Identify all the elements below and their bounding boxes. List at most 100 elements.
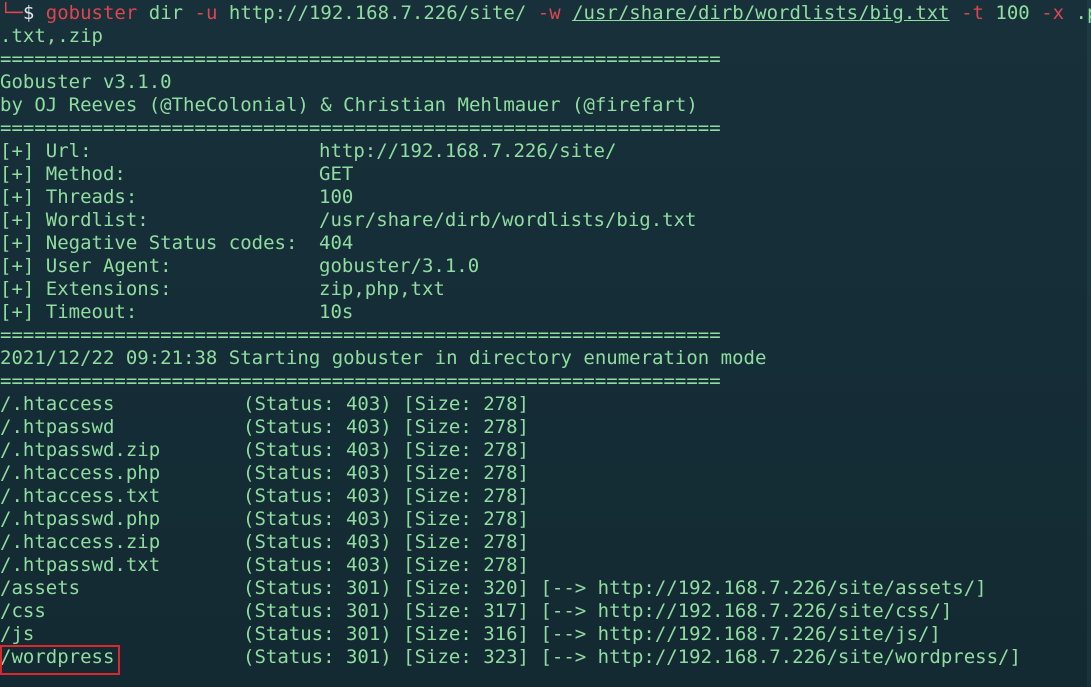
command-threads: 100 [995,2,1030,24]
config-key: [+] Threads: [0,186,138,208]
config-key: [+] Timeout: [0,301,138,323]
command-subcommand: dir [148,2,184,24]
command-extensions-part2: .txt,.zip [0,25,103,47]
config-value: 404 [319,232,354,254]
flag-u: -u [194,2,218,24]
result-status: (Status: 301) [243,646,392,668]
result-path: /.htpasswd [0,416,115,438]
result-size: [Size: 278] [403,531,530,553]
config-value: 10s [319,301,354,323]
command-wordlist: /usr/share/dirb/wordlists/big.txt [572,2,950,24]
config-value: gobuster/3.1.0 [319,255,480,277]
config-row: [+] Timeout: 10s [0,301,1091,324]
terminal-window[interactable]: └─$ gobuster dir -u http://192.168.7.226… [0,0,1091,687]
result-row: /.htpasswd.txt (Status: 403) [Size: 278] [0,554,1091,577]
config-value: 100 [319,186,354,208]
wordpress-highlight-box [0,645,120,675]
result-size: [Size: 317] [403,600,530,622]
result-status: (Status: 403) [243,462,392,484]
result-status: (Status: 403) [243,439,392,461]
scrollbar[interactable] [1087,0,1091,687]
result-status: (Status: 403) [243,485,392,507]
command-program: gobuster [45,2,138,24]
result-row: /js (Status: 301) [Size: 316] [--> http:/… [0,623,1091,646]
config-row: [+] User Agent: gobuster/3.1.0 [0,255,1091,278]
command-line-wrap: .txt,.zip [0,25,1091,48]
separator-line: ========================================… [0,117,721,139]
flag-t: -t [961,2,984,24]
config-key: [+] Url: [0,140,92,162]
config-key: [+] Negative Status codes: [0,232,298,254]
config-row: [+] Method: GET [0,163,1091,186]
result-size: [Size: 278] [403,508,530,530]
result-row: /.htaccess (Status: 403) [Size: 278] [0,393,1091,416]
result-size: [Size: 278] [403,393,530,415]
result-path: /js [0,623,35,645]
config-key: [+] Wordlist: [0,209,149,231]
start-message: 2021/12/22 09:21:38 Starting gobuster in… [0,347,767,369]
banner-authors: by OJ Reeves (@TheColonial) & Christian … [0,94,698,116]
prompt-symbol: $ [22,2,35,24]
config-row: [+] Extensions: zip,php,txt [0,278,1091,301]
result-status: (Status: 403) [243,508,392,530]
result-path: /.htpasswd.zip [0,439,161,461]
command-url: http://192.168.7.226/site/ [228,2,527,24]
result-redirect: [--> http://192.168.7.226/site/css/] [540,600,953,622]
result-row: /wordpress (Status: 301) [Size: 323] [-->… [0,646,1091,669]
result-status: (Status: 403) [243,416,392,438]
result-path: /.htaccess.txt [0,485,161,507]
flag-x: -x [1041,2,1065,24]
result-path: /.htpasswd.txt [0,554,161,576]
result-row: /.htaccess.txt (Status: 403) [Size: 278] [0,485,1091,508]
flag-w: -w [537,2,561,24]
config-list: [+] Url: http://192.168.7.226/site/[+] Me… [0,140,1091,324]
result-size: [Size: 278] [403,554,530,576]
result-redirect: [--> http://192.168.7.226/site/wordpress… [540,646,1021,668]
separator-line: ========================================… [0,48,721,70]
command-line: └─$ gobuster dir -u http://192.168.7.226… [0,2,1091,25]
result-row: /.htpasswd.zip (Status: 403) [Size: 278] [0,439,1091,462]
result-row: /.htpasswd.php (Status: 403) [Size: 278] [0,508,1091,531]
config-key: [+] Extensions: [0,278,172,300]
config-row: [+] Url: http://192.168.7.226/site/ [0,140,1091,163]
config-value: http://192.168.7.226/site/ [319,140,617,162]
config-row: [+] Negative Status codes: 404 [0,232,1091,255]
config-value: /usr/share/dirb/wordlists/big.txt [319,209,697,231]
result-size: [Size: 278] [403,439,530,461]
config-key: [+] Method: [0,163,126,185]
result-status: (Status: 403) [243,554,392,576]
result-redirect: [--> http://192.168.7.226/site/assets/] [540,577,987,599]
result-status: (Status: 403) [243,531,392,553]
separator-line: ========================================… [0,324,721,346]
result-redirect: [--> http://192.168.7.226/site/js/] [540,623,941,645]
separator-line: ========================================… [0,370,721,392]
result-size: [Size: 320] [403,577,530,599]
result-row: /.htaccess.zip (Status: 403) [Size: 278] [0,531,1091,554]
result-status: (Status: 403) [243,393,392,415]
config-row: [+] Wordlist: /usr/share/dirb/wordlists/b… [0,209,1091,232]
result-status: (Status: 301) [243,577,392,599]
result-path: /.htaccess.zip [0,531,161,553]
result-status: (Status: 301) [243,623,392,645]
result-size: [Size: 278] [403,485,530,507]
result-path: /assets [0,577,81,599]
terminal-output: └─$ gobuster dir -u http://192.168.7.226… [0,2,1091,669]
result-path: /.htaccess.php [0,462,161,484]
results-list: /.htaccess (Status: 403) [Size: 278]/.htp… [0,393,1091,669]
config-row: [+] Threads: 100 [0,186,1091,209]
result-size: [Size: 316] [403,623,530,645]
result-row: /.htaccess.php (Status: 403) [Size: 278] [0,462,1091,485]
result-size: [Size: 278] [403,416,530,438]
result-size: [Size: 278] [403,462,530,484]
result-path: /.htaccess [0,393,115,415]
result-path: /.htpasswd.php [0,508,161,530]
result-status: (Status: 301) [243,600,392,622]
result-row: /.htpasswd (Status: 403) [Size: 278] [0,416,1091,439]
result-path: /css [0,600,46,622]
config-value: zip,php,txt [319,278,445,300]
result-row: /assets (Status: 301) [Size: 320] [--> ht… [0,577,1091,600]
config-key: [+] User Agent: [0,255,172,277]
banner-version: Gobuster v3.1.0 [0,71,172,93]
config-value: GET [319,163,354,185]
result-row: /css (Status: 301) [Size: 317] [--> http:… [0,600,1091,623]
